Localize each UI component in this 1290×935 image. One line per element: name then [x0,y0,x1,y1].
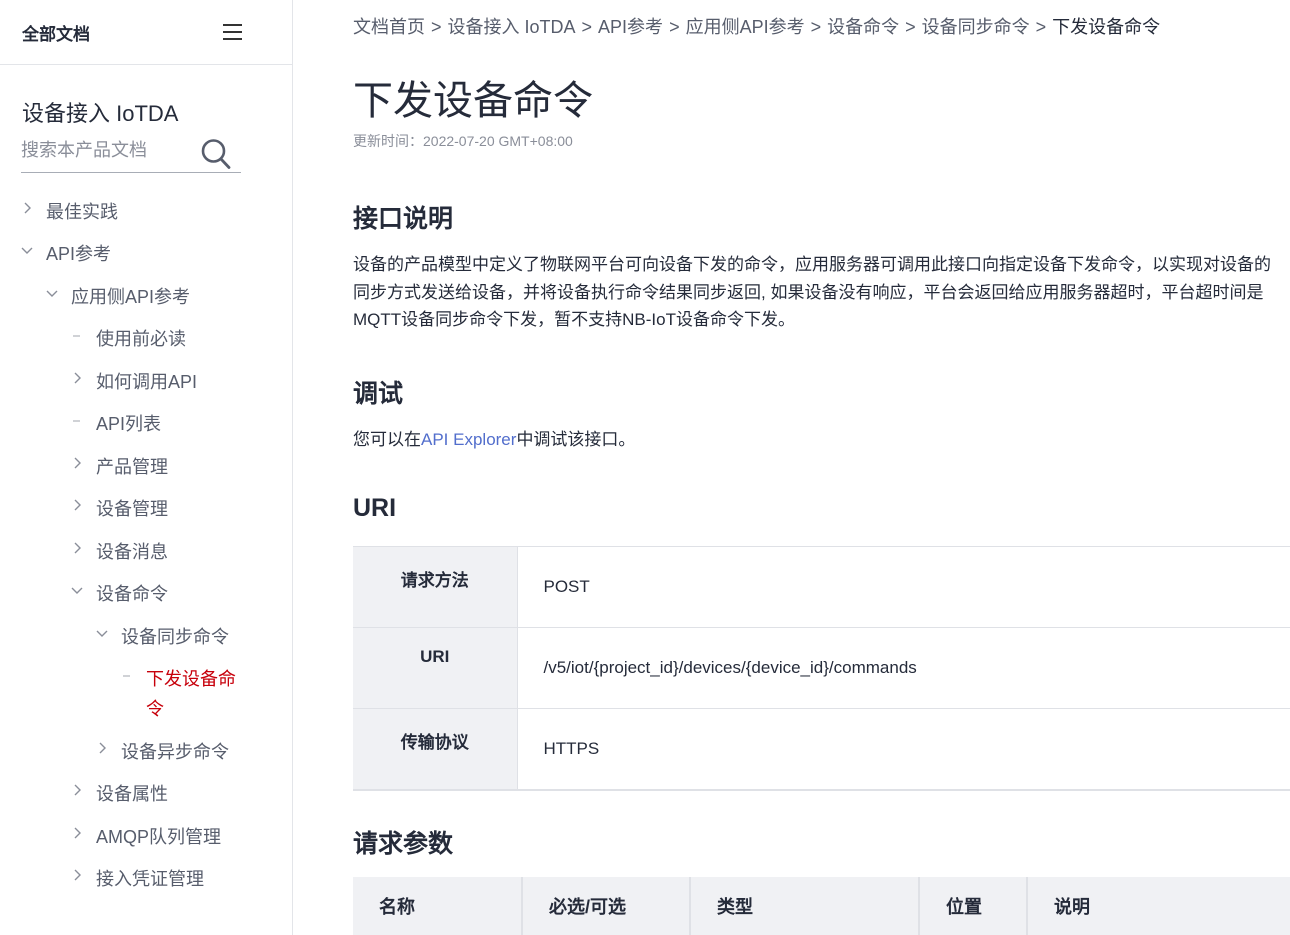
request-params-table: 名称 必选/可选 类型 位置 说明 [353,877,1290,935]
table-value: HTTPS [517,708,1290,791]
breadcrumb-link[interactable]: API参考 [598,17,663,37]
chevron-right-icon[interactable] [70,865,84,885]
chevron-right-icon[interactable] [70,780,84,800]
sidebar-item-label: 设备属性 [96,784,168,804]
table-key: URI [353,627,518,709]
column-header: 名称 [353,877,523,935]
description-line: 同步方式发送给设备，并将设备执行命令结果同步返回, 如果设备没有响应，平台会返回… [353,282,1264,302]
dash-icon [70,410,84,430]
table-header-row: 名称 必选/可选 类型 位置 说明 [353,877,1290,935]
table-key: 请求方法 [353,546,518,628]
table-row: URI /v5/iot/{project_id}/devices/{device… [353,627,1290,709]
chevron-right-icon[interactable] [70,495,84,515]
sidebar-item-label: 设备异步命令 [121,742,229,762]
breadcrumb-separator: > [1035,17,1047,37]
section-heading-interface: 接口说明 [353,205,454,233]
sidebar-item-label: 最佳实践 [46,202,118,222]
api-explorer-link[interactable]: API Explorer [421,430,516,449]
breadcrumb-link[interactable]: 文档首页 [353,17,425,37]
table-value: /v5/iot/{project_id}/devices/{device_id}… [517,627,1290,709]
chevron-right-icon[interactable] [20,198,34,218]
debug-text: 您可以在API Explorer中调试该接口。 [353,426,635,454]
sidebar: 全部文档 设备接入 IoTDA 最佳实践 API参考应用侧API参考使用前必读如何… [0,0,293,935]
breadcrumb-separator: > [810,17,822,37]
menu-icon[interactable] [223,24,242,41]
table-value: POST [517,546,1290,628]
chevron-down-icon[interactable] [70,580,84,600]
chevron-right-icon[interactable] [70,823,84,843]
breadcrumb-link[interactable]: 设备命令 [827,17,899,37]
product-title[interactable]: 设备接入 IoTDA [22,96,178,128]
sidebar-item-label: AMQP队列管理 [96,827,222,847]
chevron-down-icon[interactable] [20,240,34,260]
sidebar-header: 全部文档 [0,0,292,65]
breadcrumb-separator: > [581,17,593,37]
column-header: 必选/可选 [522,877,691,935]
sidebar-item-label: 设备命令 [96,584,168,604]
sidebar-item-label: 使用前必读 [96,329,186,349]
sidebar-item-label: 应用侧API参考 [71,287,191,307]
main-content: 文档首页 > 设备接入 IoTDA > API参考 > 应用侧API参考 > 设备命令 > 设备同步… [353,0,1290,935]
sidebar-item-label: 如何调用API [96,372,198,392]
sidebar-item-label: API列表 [96,414,162,434]
dash-icon [70,325,84,345]
debug-prefix: 您可以在 [353,430,421,449]
sidebar-item-label: API参考 [46,244,112,264]
updated-time: 更新时间：2022-07-20 GMT+08:00 [353,133,573,149]
column-header: 类型 [690,877,920,935]
chevron-right-icon[interactable] [95,738,109,758]
section-heading-params: 请求参数 [353,830,454,858]
sidebar-item-label: 下发设备命 [146,669,236,689]
chevron-down-icon[interactable] [45,283,59,303]
breadcrumb-link[interactable]: 设备接入 IoTDA [448,17,576,37]
search-box [21,136,241,173]
all-docs-label[interactable]: 全部文档 [22,20,90,45]
sidebar-item-label: 设备同步命令 [121,627,229,647]
description-line: 设备的产品模型中定义了物联网平台可向设备下发的命令，应用服务器可调用此接口向指定… [353,255,1271,274]
table-row: 传输协议 HTTPS [353,708,1290,791]
chevron-down-icon[interactable] [95,623,109,643]
dash-icon [120,665,134,685]
column-header: 说明 [1027,877,1290,935]
breadcrumb-separator: > [669,17,680,37]
interface-description: 设备的产品模型中定义了物联网平台可向设备下发的命令，应用服务器可调用此接口向指定… [353,251,1271,334]
chevron-right-icon[interactable] [70,538,84,558]
breadcrumb-separator: > [431,17,442,37]
table-key: 传输协议 [353,708,518,791]
search-input[interactable] [21,136,191,161]
column-header: 位置 [919,877,1028,935]
breadcrumb-link[interactable]: 设备同步命令 [922,17,1030,37]
section-heading-debug: 调试 [353,380,404,408]
section-heading-uri: URI [353,494,397,522]
page-title: 下发设备命令 [353,79,593,123]
search-icon[interactable] [201,138,231,170]
breadcrumb-current: 下发设备命令 [1052,17,1161,37]
sidebar-item-label: 设备消息 [96,542,168,562]
description-line: MQTT设备同步命令下发，暂不支持NB-IoT设备命令下发。 [353,310,795,329]
sidebar-item-label: 接入凭证管理 [96,869,204,889]
table-row: 请求方法 POST [353,546,1290,628]
sidebar-item-label: 产品管理 [96,457,168,477]
breadcrumb-separator: > [905,17,916,37]
breadcrumb-link[interactable]: 应用侧API参考 [686,17,805,37]
sidebar-item-label: 设备管理 [96,499,168,519]
sidebar-item-label: 令 [146,699,164,719]
debug-suffix: 中调试该接口。 [516,430,636,449]
uri-table: 请求方法 POST URI /v5/iot/{project_id}/devic… [353,546,1290,791]
chevron-right-icon[interactable] [70,453,84,473]
chevron-right-icon[interactable] [70,368,84,388]
breadcrumb: 文档首页 > 设备接入 IoTDA > API参考 > 应用侧API参考 > 设备命令 > 设备同步… [353,13,1160,39]
